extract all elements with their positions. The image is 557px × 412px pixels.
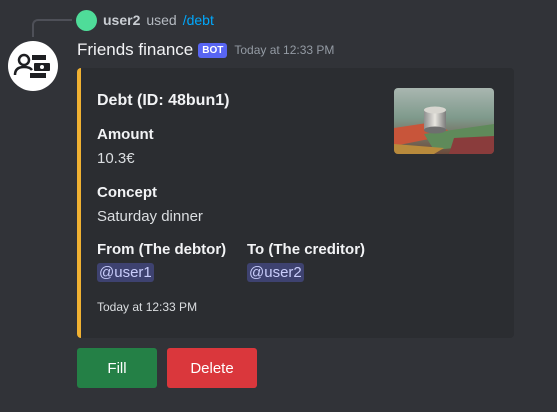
reply-avatar[interactable] bbox=[76, 9, 97, 31]
field-value-debtor: @user1 bbox=[97, 263, 154, 282]
discord-message: user2 used /debt Friends finance BOT Tod… bbox=[0, 0, 557, 412]
message-header: Friends finance BOT Today at 12:33 PM bbox=[77, 38, 334, 62]
fill-button[interactable]: Fill bbox=[77, 348, 157, 388]
field-name-creditor: To (The creditor) bbox=[247, 241, 366, 258]
field-value-concept: Saturday dinner bbox=[97, 208, 203, 225]
author-name[interactable]: Friends finance bbox=[77, 40, 193, 60]
coins-thumbnail[interactable] bbox=[394, 88, 494, 154]
embed-title: Debt (ID: 48bun1) bbox=[97, 92, 230, 109]
field-name-amount: Amount bbox=[97, 126, 154, 143]
message-timestamp[interactable]: Today at 12:33 PM bbox=[234, 43, 334, 57]
debt-embed: Debt (ID: 48bun1) Amount 10.3€ Concept S… bbox=[77, 68, 514, 338]
reply-command[interactable]: /debt bbox=[183, 12, 214, 28]
creditor-mention[interactable]: @user2 bbox=[247, 263, 304, 282]
embed-footer-timestamp: Today at 12:33 PM bbox=[97, 300, 198, 314]
field-name-debtor: From (The debtor) bbox=[97, 241, 227, 258]
person-with-money-icon bbox=[13, 53, 50, 78]
reply-username[interactable]: user2 bbox=[103, 12, 140, 28]
field-name-concept: Concept bbox=[97, 184, 157, 201]
bot-badge: BOT bbox=[198, 42, 228, 58]
field-value-amount: 10.3€ bbox=[97, 150, 135, 167]
field-value-creditor: @user2 bbox=[247, 263, 304, 282]
reply-used-text: used bbox=[146, 12, 177, 28]
coins-and-banknotes-image bbox=[394, 88, 494, 154]
delete-button[interactable]: Delete bbox=[167, 348, 257, 388]
debtor-mention[interactable]: @user1 bbox=[97, 263, 154, 282]
reply-reference[interactable]: user2 used /debt bbox=[76, 8, 214, 32]
bot-avatar[interactable] bbox=[8, 41, 58, 91]
reply-connector bbox=[32, 19, 72, 37]
